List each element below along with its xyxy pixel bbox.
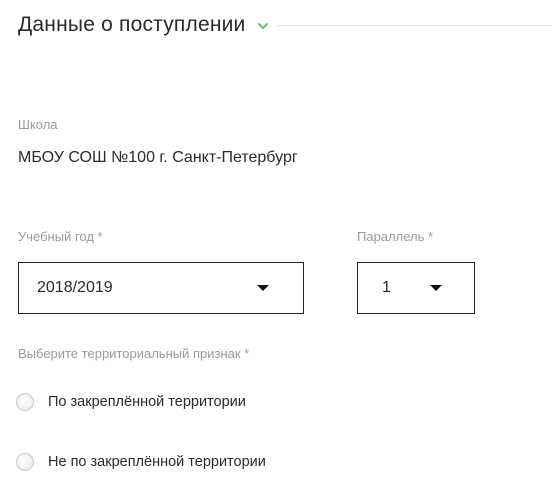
grade-parallel-label: Параллель *	[357, 229, 434, 244]
caret-down-icon	[257, 285, 269, 291]
grade-parallel-select[interactable]: 1	[357, 262, 475, 314]
radio-button[interactable]	[16, 393, 34, 411]
territory-option-not-assigned[interactable]: Не по закреплённой территории	[16, 453, 266, 471]
school-value: МБОУ СОШ №100 г. Санкт-Петербург	[18, 149, 298, 166]
section-header: Данные о поступлении	[18, 10, 552, 40]
territory-option-assigned[interactable]: По закреплённой территории	[16, 393, 246, 411]
chevron-down-icon[interactable]	[257, 19, 269, 31]
section-divider	[277, 24, 552, 26]
territory-label: Выберите территориальный признак *	[18, 346, 250, 361]
radio-button[interactable]	[16, 453, 34, 471]
section-title: Данные о поступлении	[18, 13, 246, 36]
academic-year-select[interactable]: 2018/2019	[18, 262, 304, 314]
academic-year-value: 2018/2019	[37, 279, 113, 296]
grade-parallel-value: 1	[382, 279, 391, 296]
territory-option-label: По закреплённой территории	[48, 394, 246, 410]
academic-year-label: Учебный год *	[18, 229, 103, 244]
school-label: Школа	[18, 117, 58, 132]
caret-down-icon	[430, 285, 442, 291]
territory-option-label: Не по закреплённой территории	[48, 454, 266, 470]
